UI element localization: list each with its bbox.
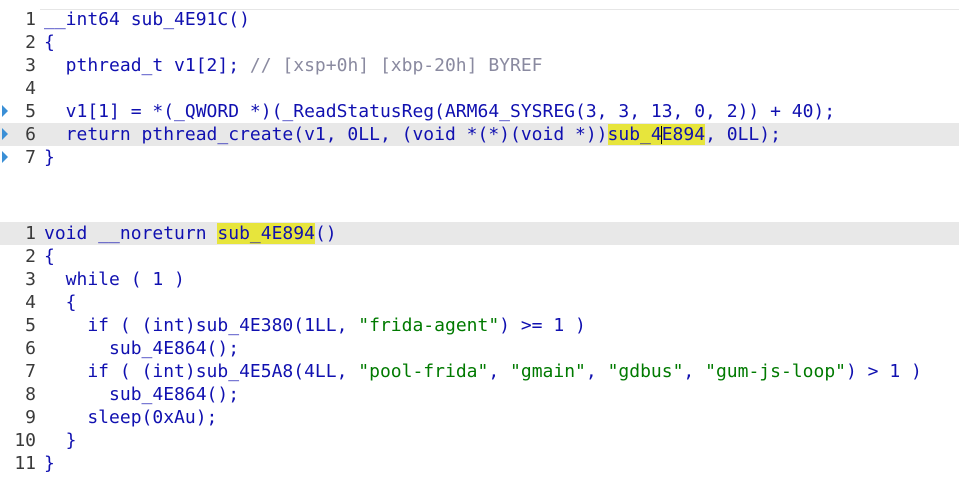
code-token: { <box>44 292 77 313</box>
code-token: { <box>44 32 55 53</box>
code-text: if ( (int)sub_4E5A8(4LL, "pool-frida", "… <box>44 360 922 383</box>
pseudocode-pane-sub-4e894[interactable]: 1 void __noreturn sub_4E894() 2{3 while ( … <box>0 222 959 482</box>
line-number: 7 <box>25 361 36 382</box>
pane1-top-divider <box>40 9 959 10</box>
string-literal: "frida-agent" <box>358 315 500 336</box>
code-token: , <box>683 361 706 382</box>
code-line[interactable]: 2{ <box>0 31 959 54</box>
code-line[interactable]: 8 sub_4E864(); <box>0 383 959 406</box>
code-token: v1[1] = *(_QWORD *)(_ReadStatusReg(ARM64… <box>44 101 836 122</box>
code-text: pthread_t v1[2]; // [xsp+0h] [xbp-20h] B… <box>44 54 543 77</box>
code-token: while ( 1 ) <box>44 269 185 290</box>
code-line[interactable]: 7} <box>0 146 959 169</box>
line-number: 2 <box>25 32 36 53</box>
code-token: void __noreturn <box>44 223 218 244</box>
code-line[interactable]: 4 <box>0 77 959 100</box>
code-token: if ( (int)sub_4E380(1LL, <box>44 315 359 336</box>
highlighted-identifier[interactable]: E894 <box>661 124 706 145</box>
code-line[interactable]: 3 pthread_t v1[2]; // [xsp+0h] [xbp-20h]… <box>0 54 959 77</box>
code-token: if ( (int)sub_4E5A8(4LL, <box>44 361 359 382</box>
code-text: { <box>44 31 55 54</box>
line-number: 3 <box>25 55 36 76</box>
line-number: 9 <box>25 407 36 428</box>
string-literal: "gmain" <box>510 361 586 382</box>
code-line[interactable]: 3 while ( 1 ) <box>0 268 959 291</box>
code-token: return pthread_create(v1, 0LL, (void *(*… <box>44 124 608 145</box>
code-text: { <box>44 245 55 268</box>
code-token: sub_4E864(); <box>44 338 240 359</box>
code-line[interactable]: 4 { <box>0 291 959 314</box>
line-number: 3 <box>25 269 36 290</box>
line-number: 5 <box>25 315 36 336</box>
breakpoint-arrow-icon[interactable] <box>2 128 8 140</box>
line-number: 4 <box>25 78 36 99</box>
line-number: 11 <box>14 453 36 474</box>
code-token: sub_4E864(); <box>44 384 240 405</box>
line-number: 1 <box>25 223 36 244</box>
string-literal: "gum-js-loop" <box>705 361 846 382</box>
code-line[interactable]: 5 if ( (int)sub_4E380(1LL, "frida-agent"… <box>0 314 959 337</box>
code-text: sleep(0xAu); <box>44 406 217 429</box>
code-text: sub_4E864(); <box>44 337 239 360</box>
line-number: 6 <box>25 338 36 359</box>
string-literal: "pool-frida" <box>358 361 489 382</box>
code-text: __int64 sub_4E91C() <box>44 8 250 31</box>
highlighted-identifier[interactable]: sub_4E894 <box>217 223 315 244</box>
code-text: } <box>44 146 55 169</box>
highlighted-identifier[interactable]: sub_4 <box>607 124 662 145</box>
code-token: ) >= 1 ) <box>499 315 586 336</box>
code-token: , <box>585 361 608 382</box>
code-text: sub_4E864(); <box>44 383 239 406</box>
code-token: , <box>488 361 511 382</box>
code-text: v1[1] = *(_QWORD *)(_ReadStatusReg(ARM64… <box>44 100 835 123</box>
code-line[interactable]: 1 __int64 sub_4E91C() <box>0 8 959 31</box>
code-token: } <box>44 453 55 474</box>
code-token: () <box>314 223 337 244</box>
code-text: } <box>44 452 55 475</box>
code-token: } <box>44 147 55 168</box>
string-literal: "gdbus" <box>607 361 684 382</box>
code-text: } <box>44 429 77 452</box>
code-line[interactable]: 6 return pthread_create(v1, 0LL, (void *… <box>0 123 959 146</box>
line-number: 2 <box>25 246 36 267</box>
code-line[interactable]: 10 } <box>0 429 959 452</box>
code-token: pthread_t v1[2]; <box>44 55 250 76</box>
code-line[interactable]: 5 v1[1] = *(_QWORD *)(_ReadStatusReg(ARM… <box>0 100 959 123</box>
code-line[interactable]: 2{ <box>0 245 959 268</box>
code-comment: // [xsp+0h] [xbp-20h] BYREF <box>249 55 543 76</box>
code-text: void __noreturn sub_4E894() <box>44 222 337 245</box>
code-token: ) > 1 ) <box>846 361 922 382</box>
line-number: 10 <box>14 430 36 451</box>
code-text: if ( (int)sub_4E380(1LL, "frida-agent") … <box>44 314 586 337</box>
code-token: } <box>44 430 77 451</box>
code-line[interactable]: 1 void __noreturn sub_4E894() <box>0 222 959 245</box>
code-line[interactable]: 11} <box>0 452 959 475</box>
code-text: return pthread_create(v1, 0LL, (void *(*… <box>44 123 781 146</box>
line-number: 1 <box>25 9 36 30</box>
code-text: { <box>44 291 77 314</box>
pseudocode-pane-sub-4e91c[interactable]: 1 __int64 sub_4E91C() 2{3 pthread_t v1[2];… <box>0 8 959 178</box>
code-token: sleep(0xAu); <box>44 407 218 428</box>
line-number: 4 <box>25 292 36 313</box>
breakpoint-arrow-icon[interactable] <box>2 151 8 163</box>
code-line[interactable]: 7 if ( (int)sub_4E5A8(4LL, "pool-frida",… <box>0 360 959 383</box>
code-line[interactable]: 6 sub_4E864(); <box>0 337 959 360</box>
code-line[interactable]: 9 sleep(0xAu); <box>0 406 959 429</box>
line-number: 8 <box>25 384 36 405</box>
code-token: , 0LL); <box>705 124 781 145</box>
code-token: __int64 sub_4E91C() <box>44 9 250 30</box>
breakpoint-arrow-icon[interactable] <box>2 105 8 117</box>
code-text: while ( 1 ) <box>44 268 185 291</box>
code-token: { <box>44 246 55 267</box>
